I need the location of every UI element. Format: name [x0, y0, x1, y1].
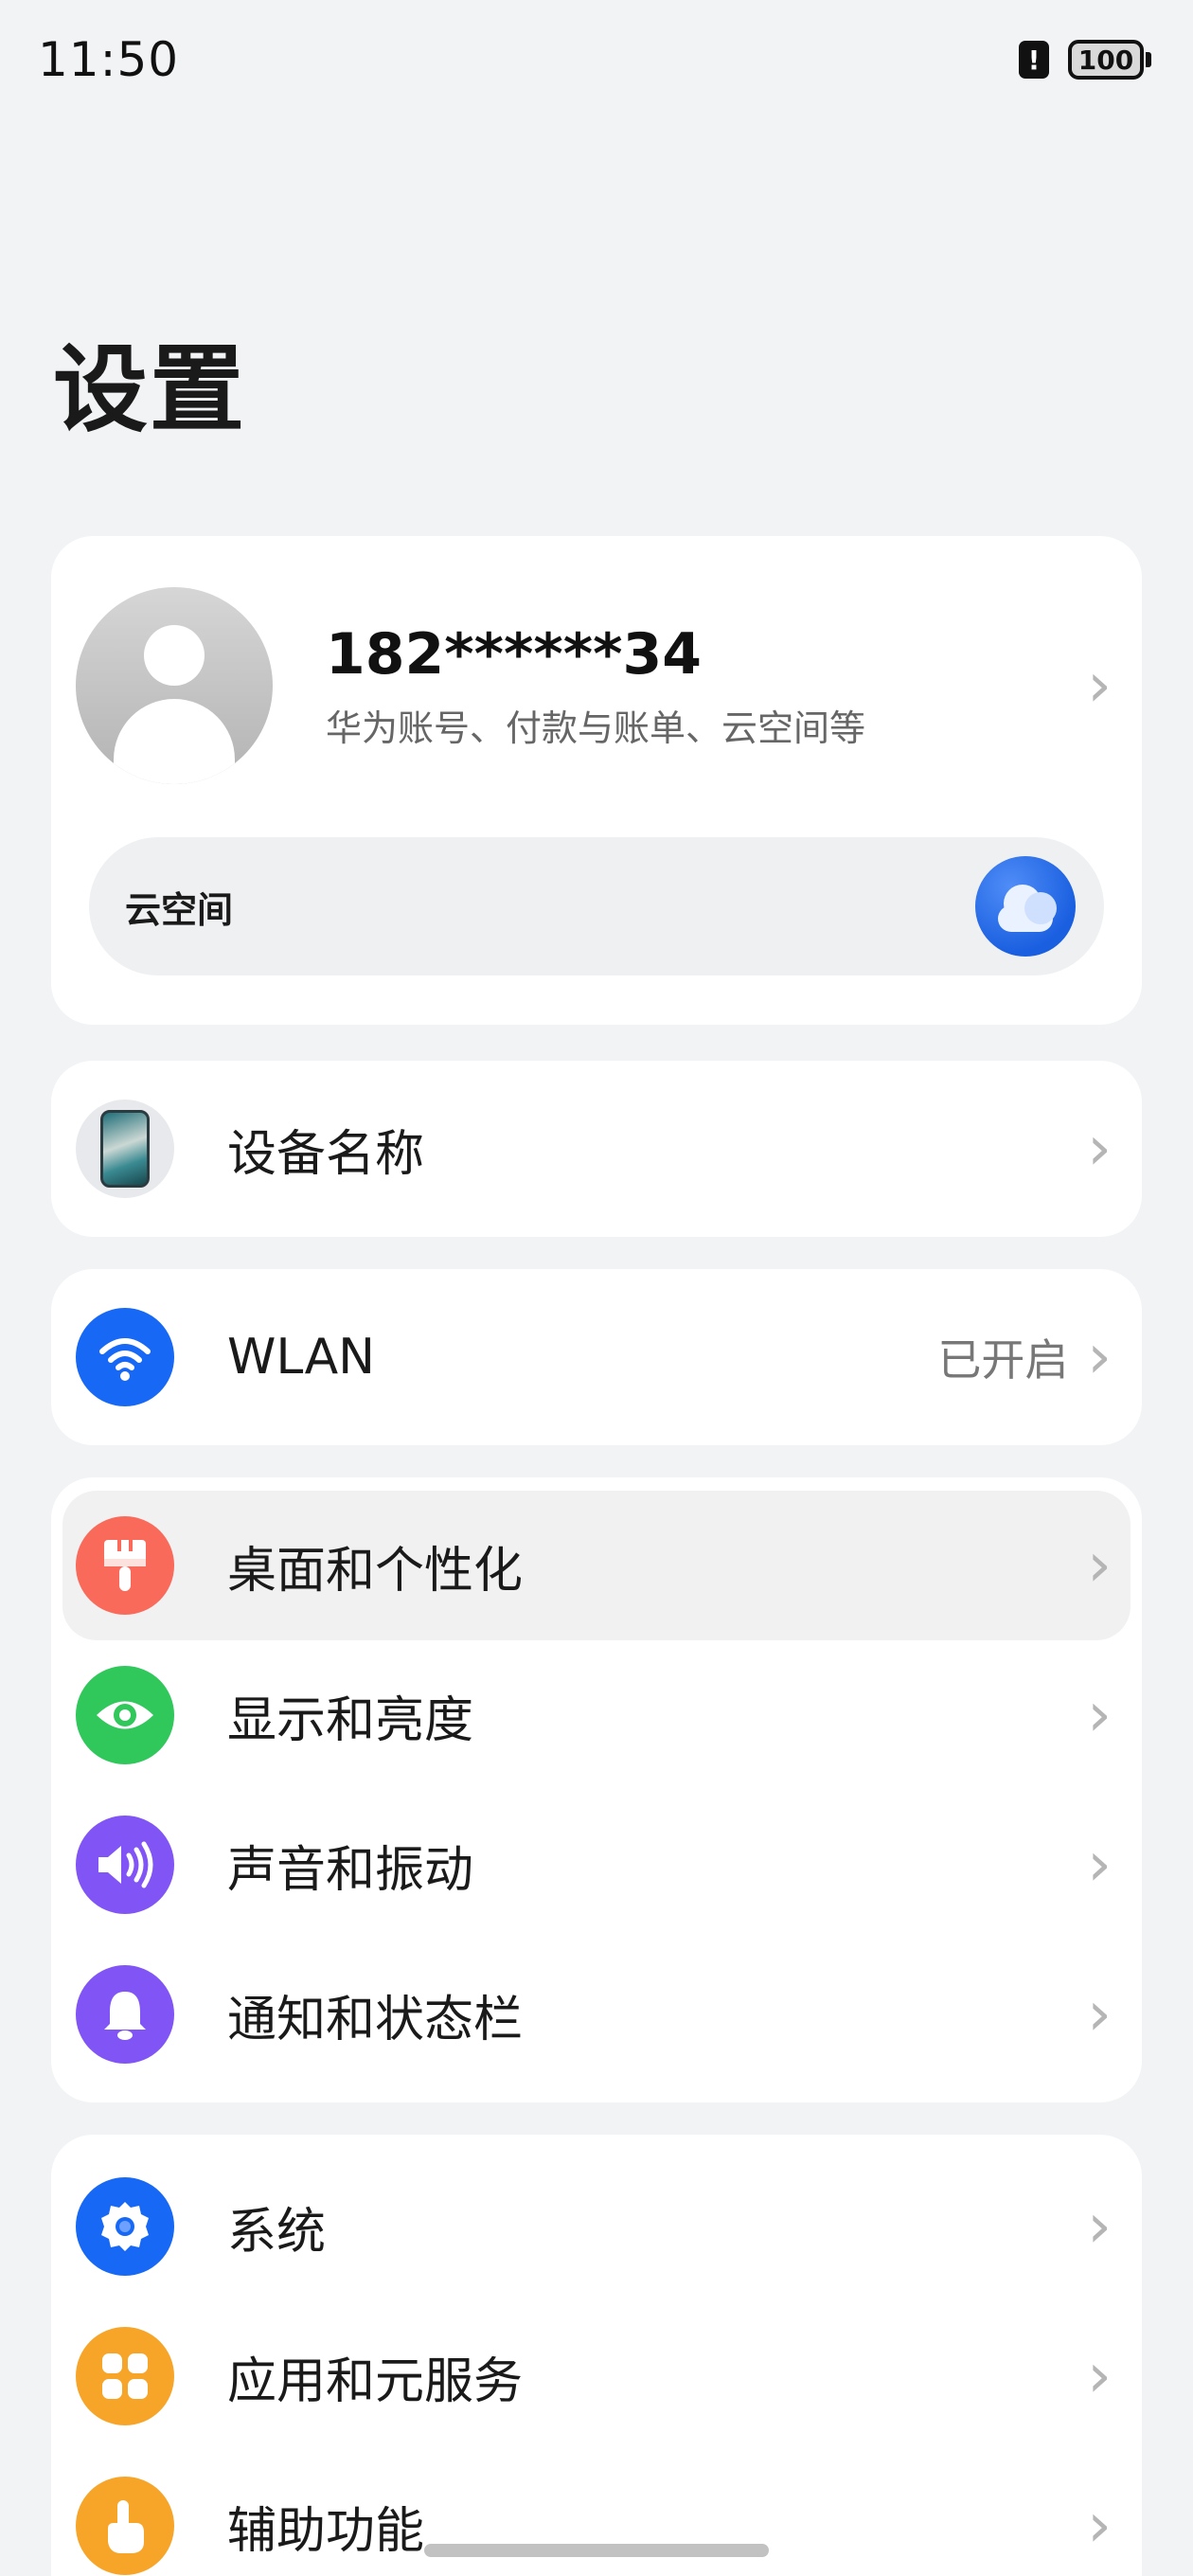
- account-subtitle: 华为账号、付款与账单、云空间等: [326, 707, 866, 749]
- chevron-right-icon: ›: [1087, 1830, 1112, 1900]
- row-label: 应用和元服务: [227, 2352, 524, 2410]
- status-time: 11:50: [38, 32, 180, 87]
- status-icons: ! 100: [1019, 40, 1151, 80]
- battery-icon: 100: [1068, 40, 1151, 80]
- chevron-right-icon: ›: [1087, 2341, 1112, 2411]
- account-text: 182******34 华为账号、付款与账单、云空间等: [326, 621, 1087, 751]
- row-label: 通知和状态栏: [227, 1991, 524, 2048]
- settings-row-system[interactable]: 系统 ›: [62, 2152, 1131, 2301]
- alert-icon: !: [1019, 41, 1049, 79]
- chevron-right-icon: ›: [1087, 1979, 1112, 2049]
- settings-row-wlan[interactable]: WLAN 已开启 ›: [62, 1282, 1131, 1432]
- row-label: WLAN: [227, 1329, 376, 1386]
- device-card: 设备名称 ›: [51, 1061, 1142, 1237]
- battery-tip: [1146, 52, 1151, 67]
- cloud-space-label: 云空间: [125, 888, 234, 931]
- settings-row-device[interactable]: 设备名称 ›: [62, 1074, 1131, 1224]
- wlan-card: WLAN 已开启 ›: [51, 1269, 1142, 1445]
- speaker-icon: [76, 1816, 174, 1914]
- device-icon: [76, 1100, 174, 1198]
- settings-row-home-screen[interactable]: 桌面和个性化 ›: [62, 1491, 1131, 1640]
- home-indicator[interactable]: [424, 2544, 769, 2557]
- chevron-right-icon: ›: [1087, 1114, 1112, 1184]
- bell-icon: [76, 1965, 174, 2064]
- eye-icon: [76, 1666, 174, 1764]
- avatar-icon: [76, 587, 273, 784]
- settings-row-sound[interactable]: 声音和振动 ›: [62, 1790, 1131, 1940]
- page-title: 设置: [53, 334, 246, 445]
- row-label: 桌面和个性化: [227, 1542, 524, 1600]
- wifi-icon: [76, 1308, 174, 1406]
- settings-row-display[interactable]: 显示和亮度 ›: [62, 1640, 1131, 1790]
- account-card: 182******34 华为账号、付款与账单、云空间等 › 云空间: [51, 536, 1142, 1025]
- avatar-body: [114, 699, 235, 784]
- chevron-right-icon: ›: [1087, 2191, 1112, 2262]
- row-label: 系统: [227, 2203, 327, 2261]
- cloud-space-button[interactable]: 云空间: [89, 837, 1104, 975]
- brush-icon: [76, 1516, 174, 1615]
- row-label: 声音和振动: [227, 1841, 474, 1899]
- settings-row-apps[interactable]: 应用和元服务 ›: [62, 2301, 1131, 2451]
- status-bar: 11:50 ! 100: [0, 0, 1193, 119]
- gear-icon: [76, 2177, 174, 2276]
- wlan-status: 已开启: [937, 1334, 1069, 1386]
- settings-row-notifications[interactable]: 通知和状态栏 ›: [62, 1940, 1131, 2089]
- battery-level: 100: [1068, 40, 1144, 80]
- account-row[interactable]: 182******34 华为账号、付款与账单、云空间等 ›: [62, 551, 1131, 820]
- row-label: 设备名称: [227, 1125, 425, 1183]
- apps-icon: [76, 2327, 174, 2425]
- chevron-right-icon: ›: [1087, 2491, 1112, 2561]
- system-group: 系统 › 应用和元服务 › 辅助功能 ›: [51, 2135, 1142, 2576]
- chevron-right-icon: ›: [1087, 1530, 1112, 1601]
- chevron-right-icon: ›: [1087, 651, 1112, 721]
- chevron-right-icon: ›: [1087, 1322, 1112, 1392]
- avatar-head: [144, 625, 205, 686]
- account-name: 182******34: [326, 620, 703, 688]
- cloud-icon: [975, 856, 1076, 957]
- row-label: 显示和亮度: [227, 1691, 474, 1749]
- phone-shape: [100, 1110, 150, 1188]
- chevron-right-icon: ›: [1087, 1680, 1112, 1750]
- settings-row-accessibility[interactable]: 辅助功能 ›: [62, 2451, 1131, 2576]
- hand-icon: [76, 2477, 174, 2575]
- personalization-group: 桌面和个性化 › 显示和亮度 › 声音和振动 › 通知和状态栏 ›: [51, 1477, 1142, 2102]
